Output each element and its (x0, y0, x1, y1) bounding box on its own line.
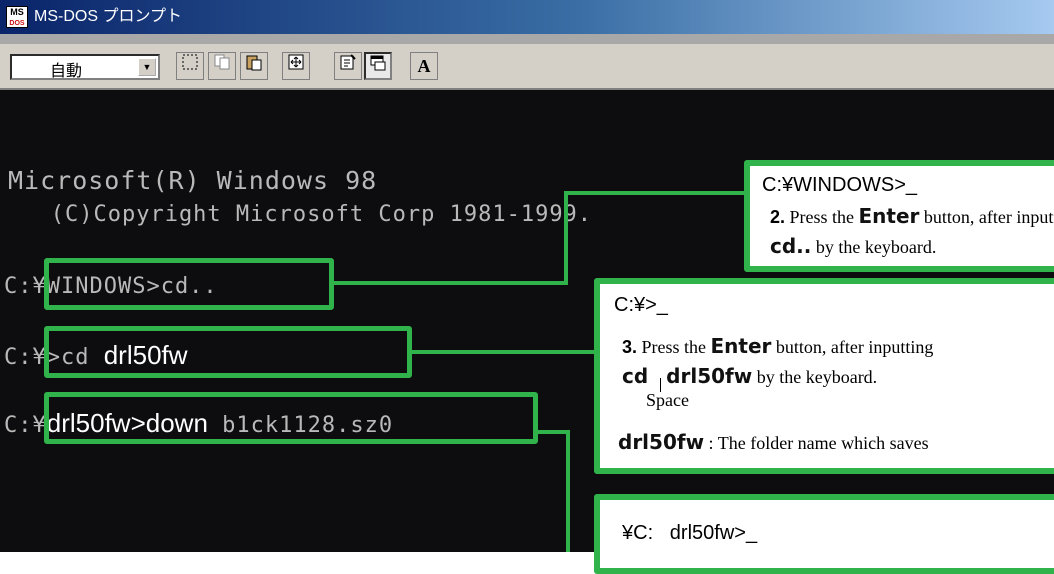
window-title: MS-DOS プロンプト (34, 8, 182, 25)
callout-2-cmd-a: cd (622, 364, 649, 388)
paste-button[interactable] (240, 52, 268, 80)
callout-step-2: C:¥WINDOWS>_ 2. Press the Enter button, … (744, 160, 1054, 272)
fullscreen-button[interactable] (282, 52, 310, 80)
callout-2-text-c: by the keyboard. (752, 367, 878, 387)
console-line-version: Microsoft(R) Windows 98 (8, 166, 378, 195)
copy-button[interactable] (208, 52, 236, 80)
callout-2-line1: 3. Press the Enter button, after inputti… (622, 334, 933, 358)
icon-text-top: MS (10, 7, 24, 17)
prompt-3-prefix: C:¥ (4, 413, 47, 438)
font-icon: A (417, 56, 431, 76)
callout-2-text-b: button, after inputting (771, 337, 934, 357)
console-line-copyright: (C)Copyright Microsoft Corp 1981-1999. (8, 202, 593, 227)
font-size-select[interactable]: 自動 ▼ (10, 54, 160, 80)
callout-2-step: 3. (622, 337, 638, 357)
connector-1-h (334, 281, 568, 285)
callout-2-text-a: Press the (637, 337, 711, 357)
callout-1-text-a: Press the (785, 207, 859, 227)
callout-2-cmd-b: drl50fw (666, 364, 753, 388)
fullscreen-icon (288, 54, 304, 70)
callout-3-prompt: ¥C: drl50fw>_ (622, 522, 758, 544)
callout-2-line4: drl50fw : The folder name which saves (618, 430, 929, 454)
mark-icon (182, 54, 198, 70)
callout-2-key: Enter (710, 334, 772, 358)
window-titlebar[interactable]: MS DOS MS-DOS プロンプト (0, 0, 1054, 44)
connector-3-v (566, 430, 570, 552)
callout-1-line2: cd.. by the keyboard. (770, 234, 936, 258)
highlight-prompt-root (44, 326, 412, 378)
highlight-prompt-windows (44, 258, 334, 310)
callout-1-text-c: by the keyboard. (811, 237, 937, 257)
callout-1-text-b: button, after inputting (923, 207, 1054, 227)
properties-icon (340, 54, 356, 70)
msdos-app-icon: MS DOS (6, 6, 28, 28)
mark-button[interactable] (176, 52, 204, 80)
callout-2-folder-desc: : The folder name which saves (704, 433, 929, 453)
callout-1-cmd: cd.. (770, 234, 812, 258)
icon-text-bottom: DOS (9, 20, 25, 27)
callout-step-4: ¥C: drl50fw>_ (594, 494, 1054, 574)
paste-icon (246, 55, 262, 71)
properties-button[interactable] (334, 52, 362, 80)
callout-2-prompt: C:¥>_ (614, 294, 668, 316)
callout-step-3: C:¥>_ 3. Press the Enter button, after i… (594, 278, 1054, 474)
chevron-down-icon[interactable]: ▼ (138, 58, 156, 76)
titlebar-bar[interactable]: MS DOS MS-DOS プロンプト (0, 0, 1054, 34)
font-size-value: 自動 (50, 61, 83, 80)
connector-1-h2 (564, 191, 744, 195)
highlight-prompt-drl50fw (44, 392, 538, 444)
background-icon (370, 55, 386, 71)
background-button[interactable] (364, 52, 392, 80)
callout-2-space-label: Space (646, 390, 689, 410)
toolbar: 自動 ▼ A (0, 44, 1054, 90)
copy-icon (214, 54, 230, 70)
callout-1-line1: 2. Press the Enter button, after inputti… (770, 204, 1054, 228)
callout-1-prompt: C:¥WINDOWS>_ (762, 174, 918, 196)
callout-2-folder: drl50fw (618, 430, 705, 454)
callout-1-key: Enter (858, 204, 920, 228)
callout-1-step: 2. (770, 207, 786, 227)
font-button[interactable]: A (410, 52, 438, 80)
connector-2-h (412, 350, 596, 354)
connector-1-v (564, 191, 568, 285)
